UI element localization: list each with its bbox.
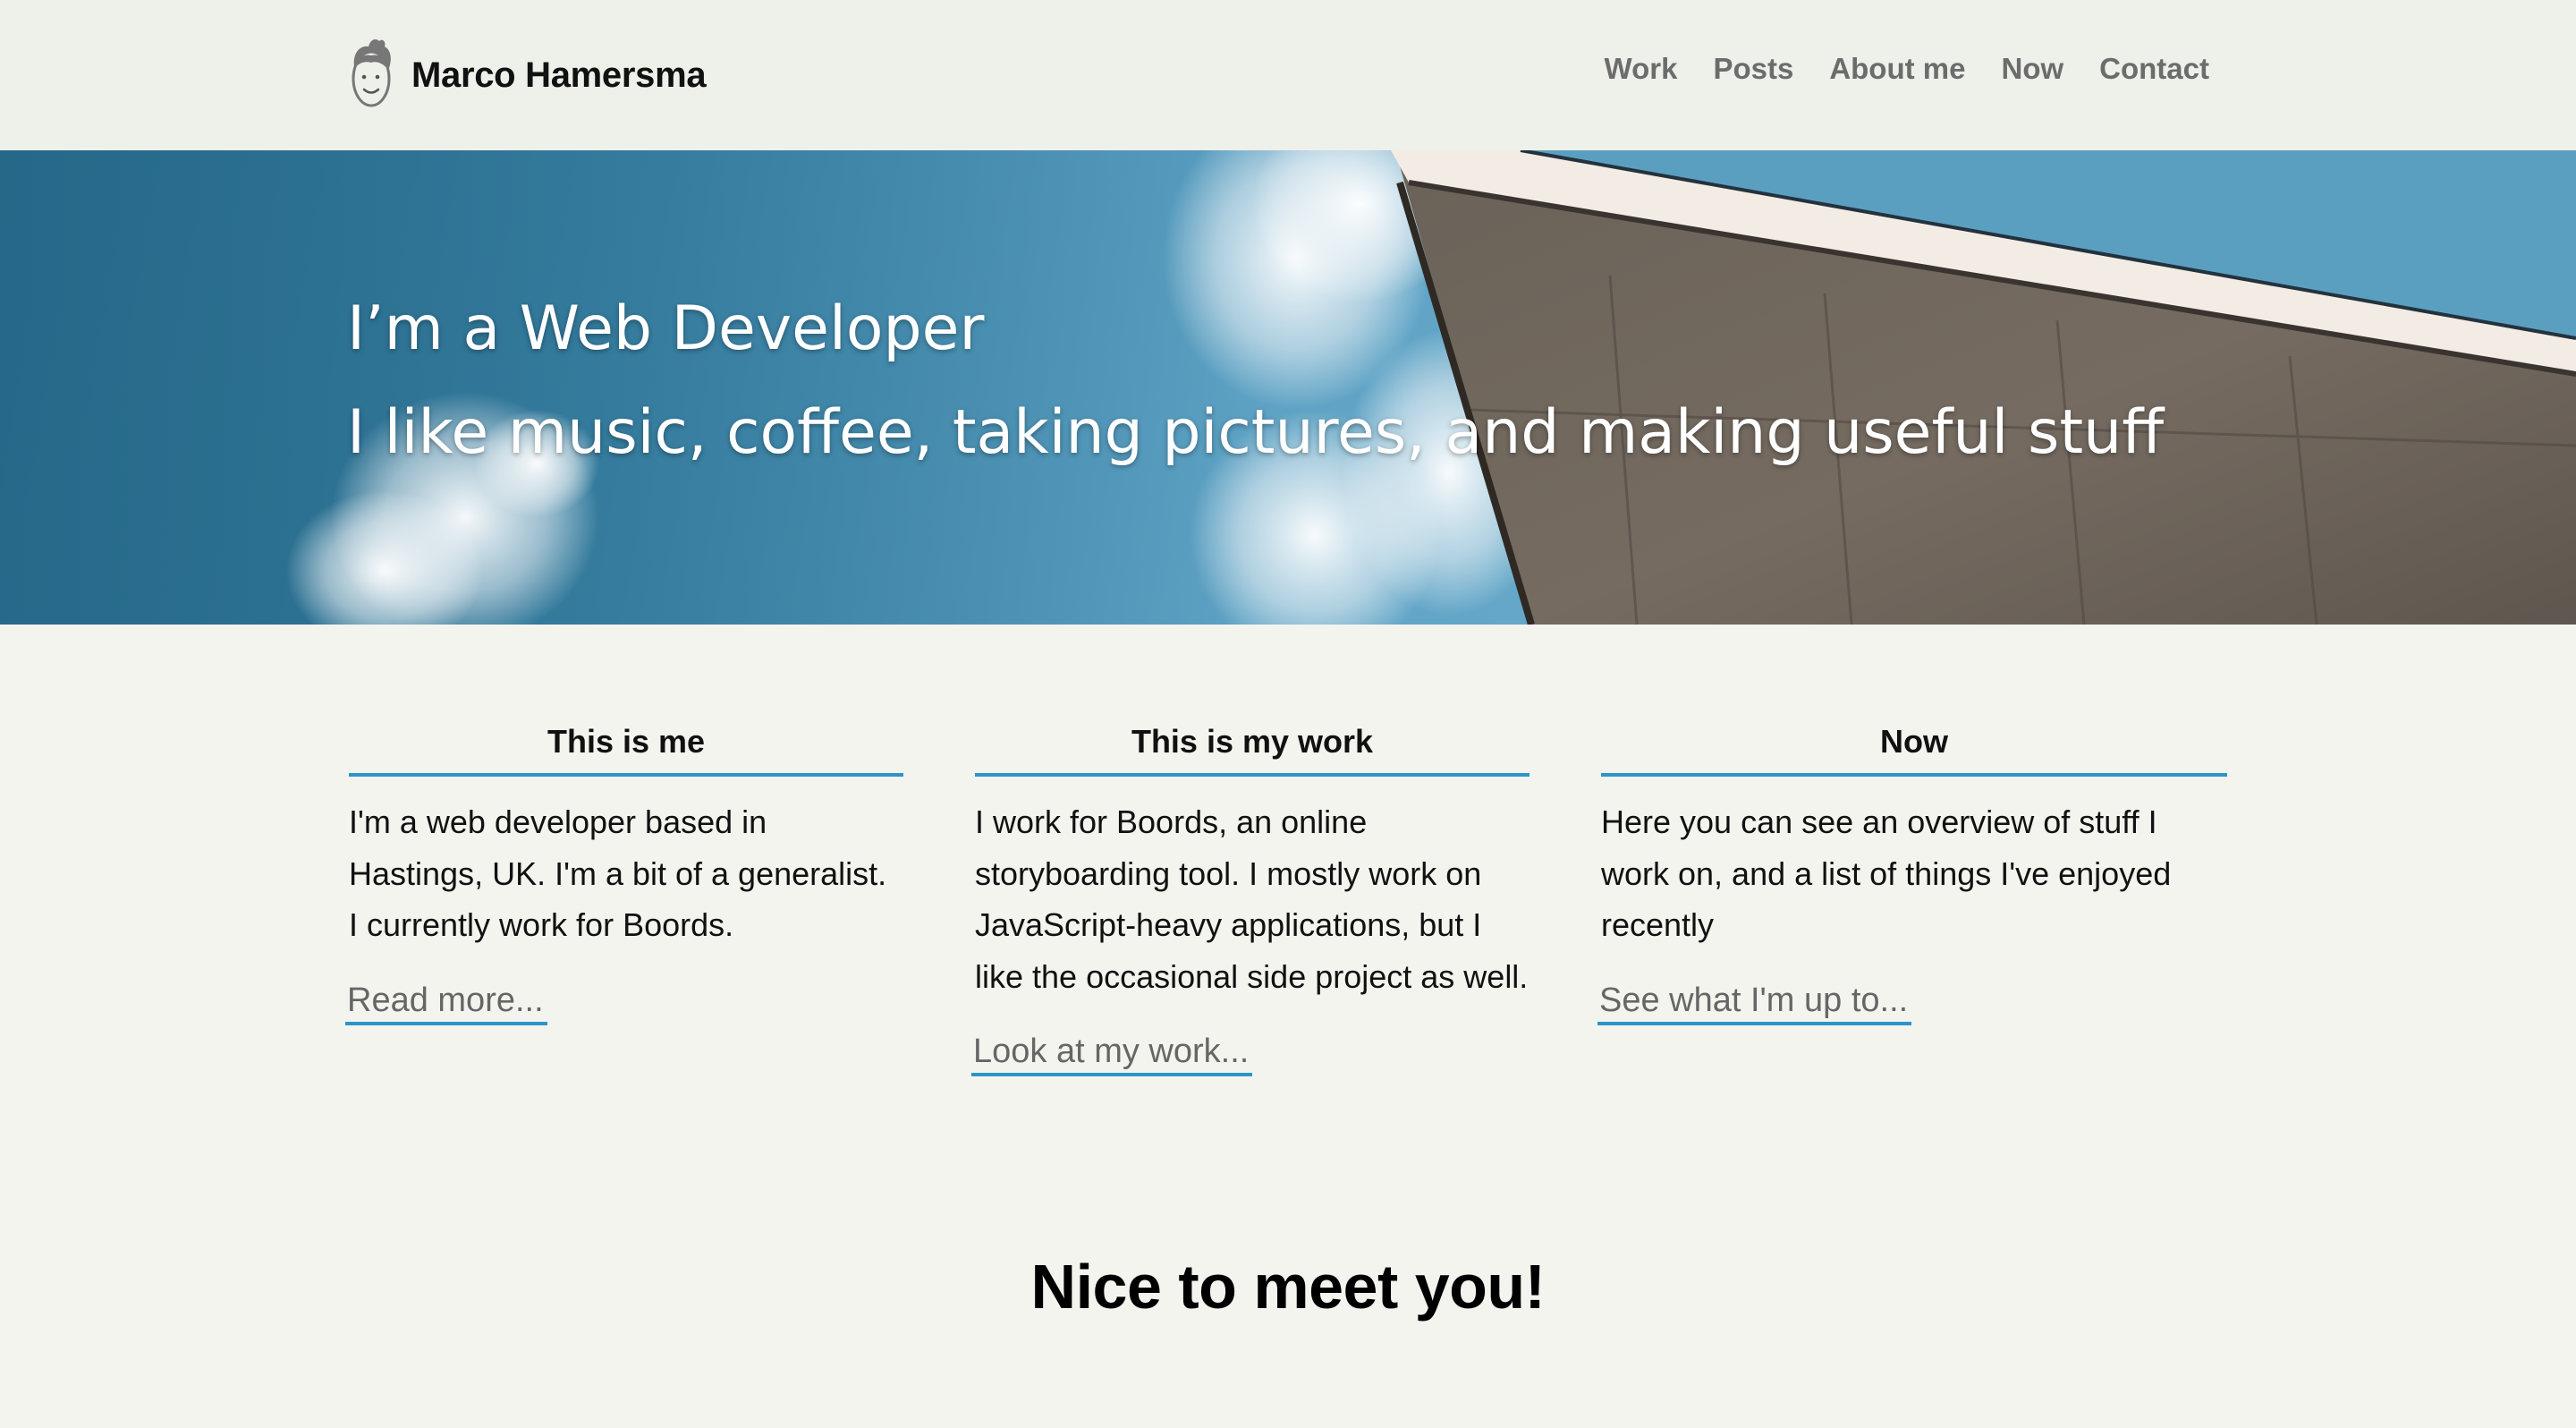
column-now: Now Here you can see an overview of stuf… — [1597, 723, 2227, 1025]
column-heading: This is my work — [975, 723, 1530, 777]
column-work: This is my work I work for Boords, an on… — [971, 723, 1530, 1076]
column-heading: Now — [1601, 723, 2227, 777]
site-title: Marco Hamersma — [411, 55, 707, 95]
avatar-icon — [352, 39, 391, 107]
column-body: I'm a web developer based in Hastings, U… — [349, 803, 887, 943]
closing-heading: Nice to meet you! — [1030, 1252, 1546, 1322]
see-now-link[interactable]: See what I'm up to... — [1597, 982, 1912, 1025]
nav-posts[interactable]: Posts — [1713, 52, 1793, 86]
home-link[interactable]: Marco Hamersma — [347, 36, 707, 115]
column-about: This is me I'm a web developer based in … — [345, 723, 903, 1025]
column-body: Here you can see an overview of stuff I … — [1601, 803, 2172, 943]
nav-work[interactable]: Work — [1605, 52, 1678, 86]
read-more-link[interactable]: Read more... — [345, 982, 547, 1025]
main-nav: Work Posts About me Now Contact — [1605, 52, 2209, 86]
column-body: I work for Boords, an online storyboardi… — [975, 803, 1529, 995]
column-heading: This is me — [349, 723, 903, 777]
intro-columns: This is me I'm a web developer based in … — [0, 625, 2576, 1179]
hero-title: I’m a Web Developer — [347, 293, 985, 364]
look-at-work-link[interactable]: Look at my work... — [971, 1033, 1253, 1076]
hero-text: I’m a Web Developer I like music, coffee… — [347, 285, 2164, 478]
site-header: Marco Hamersma Work Posts About me Now C… — [0, 0, 2576, 150]
hero-subtitle: I like music, coffee, taking pictures, a… — [347, 397, 2165, 468]
nav-about-me[interactable]: About me — [1829, 52, 1965, 86]
nav-now[interactable]: Now — [2001, 52, 2063, 86]
hero-banner: I’m a Web Developer I like music, coffee… — [0, 150, 2576, 625]
nav-contact[interactable]: Contact — [2099, 52, 2209, 86]
